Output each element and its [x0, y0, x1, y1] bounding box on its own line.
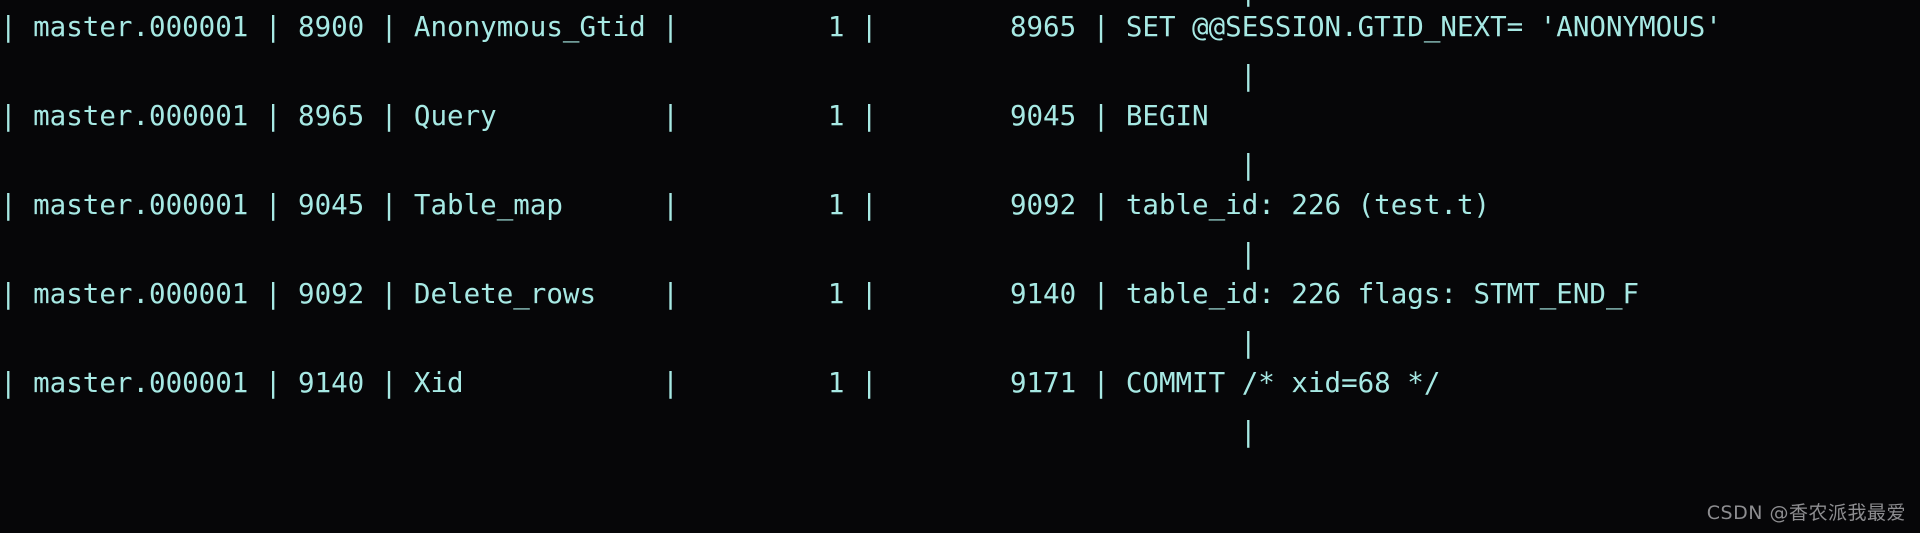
- binlog-row-line: | master.000001 | 9140 | Xid | 1 | 9171 …: [0, 367, 1441, 399]
- table-row: | master.000001 | 9092 | Delete_rows | 1…: [0, 229, 1920, 318]
- binlog-row-line: | master.000001 | 8900 | Anonymous_Gtid …: [0, 11, 1722, 43]
- table-row: | master.000001 | 8965 | Query | 1 | 904…: [0, 51, 1920, 140]
- binlog-row-line: | master.000001 | 9045 | Table_map | 1 |…: [0, 189, 1491, 221]
- table-row: | master.000001 | 9045 | Table_map | 1 |…: [0, 140, 1920, 229]
- table-row: | master.000001 | 9140 | Xid | 1 | 9171 …: [0, 318, 1920, 407]
- binlog-row-line: | master.000001 | 9092 | Delete_rows | 1…: [0, 278, 1640, 310]
- terminal-output: | | master.000001 | 8900 | Anonymous_Gti…: [0, 0, 1920, 533]
- binlog-row-line: | master.000001 | 8965 | Query | 1 | 904…: [0, 100, 1209, 132]
- csdn-watermark: CSDN @香农派我最爱: [1706, 502, 1906, 524]
- info-continuation-pipe: |: [1240, 416, 1257, 448]
- table-row: | master.000001 | 8900 | Anonymous_Gtid …: [0, 0, 1920, 51]
